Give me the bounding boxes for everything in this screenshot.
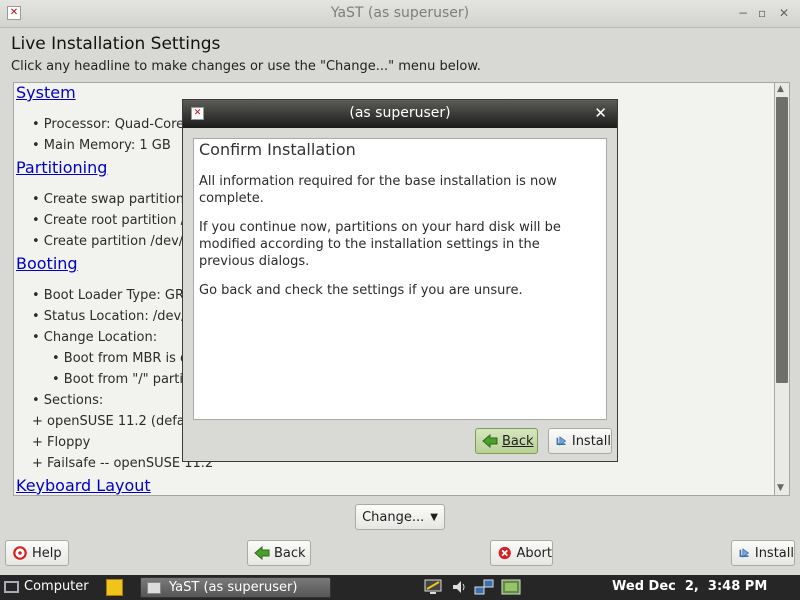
list-item: • Status Location: /dev/ [32, 309, 186, 324]
install-icon [739, 548, 750, 558]
dialog-back-label: Back [502, 433, 534, 449]
dialog-paragraph: Go back and check the settings if you ar… [199, 283, 523, 298]
system-link[interactable]: System [16, 83, 76, 102]
workspace-icon[interactable] [501, 578, 521, 596]
back-button[interactable]: Back [247, 540, 311, 566]
dialog-paragraph: If you continue now, partitions on your … [199, 220, 561, 269]
taskbar-window-label: YaST (as superuser) [169, 580, 298, 595]
dialog-titlebar[interactable]: ✕ (as superuser) ✕ [183, 100, 617, 128]
minimize-icon[interactable]: − [738, 6, 748, 20]
volume-icon[interactable] [450, 578, 470, 596]
help-label: Help [32, 545, 62, 561]
close-icon[interactable]: ✕ [779, 6, 789, 20]
window-titlebar[interactable]: ✕ YaST (as superuser) − ▫ ✕ [0, 0, 800, 28]
list-item: • Create partition /dev/s [32, 234, 190, 249]
taskbar: Computer YaST (as superuser) Wed Dec 2, … [0, 575, 800, 600]
list-item: • Boot Loader Type: GR [32, 288, 184, 303]
computer-icon[interactable] [4, 581, 19, 593]
page-title: Live Installation Settings [11, 34, 221, 54]
dialog-heading: Confirm Installation [199, 140, 356, 159]
list-item: • Boot from "/" partit [52, 372, 189, 387]
scroll-down-icon[interactable]: ▼ [777, 483, 784, 493]
list-item: + openSUSE 11.2 (defa [32, 414, 185, 429]
list-item: • Processor: Quad-Core [32, 117, 185, 132]
scroll-up-icon[interactable]: ▲ [777, 84, 784, 94]
abort-button[interactable]: Abort [490, 540, 553, 566]
list-item: • Change Location: [32, 330, 158, 345]
help-button[interactable]: Help [5, 540, 69, 566]
change-menu-button[interactable]: Change... ▼ [355, 504, 445, 530]
dialog-install-button[interactable]: Install [548, 428, 612, 454]
abort-label: Abort [516, 545, 552, 561]
arrow-left-icon [482, 434, 498, 448]
dialog-title: (as superuser) [349, 105, 451, 121]
maximize-icon[interactable]: ▫ [758, 6, 766, 20]
partitioning-link[interactable]: Partitioning [16, 158, 107, 177]
list-item: + Floppy [32, 435, 91, 450]
list-item: • Boot from MBR is d [52, 351, 189, 366]
dialog-back-button[interactable]: Back [475, 428, 538, 454]
list-item: • Sections: [32, 393, 104, 408]
change-label: Change... [362, 509, 425, 525]
install-icon [556, 436, 567, 446]
page-subtitle: Click any headline to make changes or us… [11, 59, 481, 74]
back-label: Back [274, 545, 306, 561]
chevron-down-icon: ▼ [430, 511, 438, 523]
network-icon[interactable] [474, 578, 494, 596]
dialog-paragraph: All information required for the base in… [199, 174, 557, 206]
install-label: Install [754, 545, 794, 561]
clock[interactable]: Wed Dec 2, 3:48 PM [612, 579, 767, 594]
monitor-icon[interactable] [423, 578, 443, 596]
taskbar-window-button[interactable]: YaST (as superuser) [140, 577, 331, 598]
dialog-install-label: Install [571, 433, 611, 449]
arrow-left-icon [254, 546, 270, 560]
install-button[interactable]: Install [731, 540, 795, 566]
list-item: • Create swap partition [32, 192, 185, 207]
dialog-close-icon[interactable]: ✕ [594, 104, 607, 122]
list-item: • Create root partition / [32, 213, 186, 228]
summary-scrollbar[interactable]: ▲ ▼ [774, 82, 790, 496]
window-icon [147, 582, 161, 594]
scrollbar-thumb[interactable] [776, 97, 788, 383]
keyboard-layout-link[interactable]: Keyboard Layout [16, 476, 151, 495]
abort-icon [498, 546, 511, 560]
notes-icon[interactable] [106, 579, 123, 596]
window-title: YaST (as superuser) [330, 5, 470, 21]
help-icon [13, 546, 27, 560]
booting-link[interactable]: Booting [16, 254, 78, 273]
computer-menu[interactable]: Computer [24, 579, 89, 594]
confirm-dialog: ✕ (as superuser) ✕ Confirm Installation … [182, 99, 618, 462]
list-item: • Main Memory: 1 GB [32, 138, 171, 153]
dialog-message-box: Confirm Installation All information req… [193, 138, 607, 420]
